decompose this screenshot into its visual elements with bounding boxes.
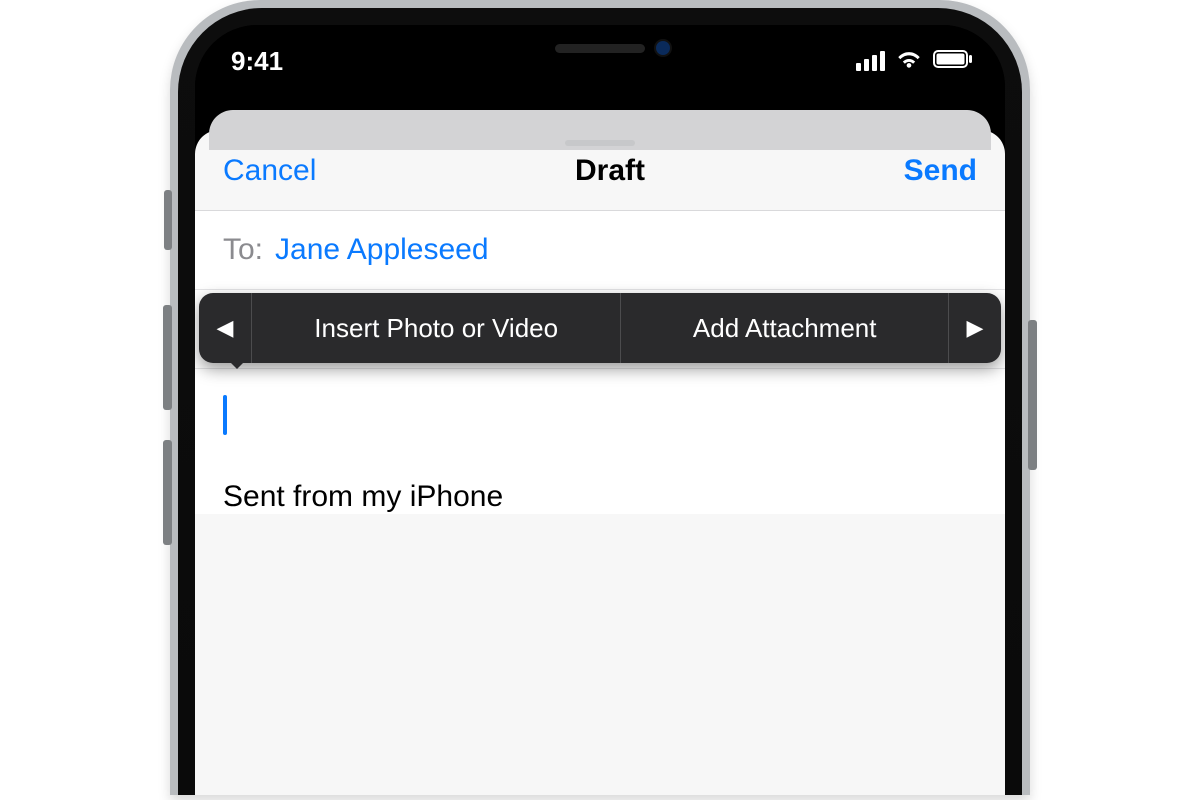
earpiece-speaker [555, 44, 645, 53]
wifi-icon [895, 48, 923, 75]
status-time: 9:41 [231, 46, 283, 77]
mute-switch[interactable] [164, 190, 172, 250]
to-field-row[interactable]: To: Jane Appleseed [195, 211, 1005, 290]
text-cursor [223, 395, 227, 435]
sheet-grabber[interactable] [565, 140, 635, 146]
text-cursor-row [223, 369, 977, 440]
volume-down-button[interactable] [163, 440, 172, 545]
battery-icon [933, 50, 973, 73]
front-camera [656, 41, 670, 55]
volume-up-button[interactable] [163, 305, 172, 410]
to-recipient[interactable]: Jane Appleseed [275, 233, 489, 267]
to-label: To: [223, 233, 263, 267]
cancel-button[interactable]: Cancel [223, 154, 316, 188]
compose-title: Draft [575, 154, 645, 188]
phone-screen: 9:41 Cancel Draft Send [195, 25, 1005, 795]
send-button[interactable]: Send [904, 154, 977, 188]
edit-menu-popover: ◀ Insert Photo or Video Add Attachment ▶ [199, 293, 1001, 363]
insert-photo-video-button[interactable]: Insert Photo or Video [252, 293, 620, 363]
device-notch [430, 25, 770, 71]
add-attachment-button[interactable]: Add Attachment [621, 293, 948, 363]
side-power-button[interactable] [1028, 320, 1037, 470]
message-body-area[interactable]: ◀ Insert Photo or Video Add Attachment ▶… [195, 369, 1005, 514]
compose-body: To: Jane Appleseed Cc/Bcc: ◀ Insert Phot… [195, 211, 1005, 514]
status-icons [856, 48, 973, 75]
signature-text[interactable]: Sent from my iPhone [223, 440, 977, 514]
popover-prev-button[interactable]: ◀ [199, 293, 251, 363]
cellular-signal-icon [856, 51, 885, 71]
popover-next-button[interactable]: ▶ [949, 293, 1001, 363]
compose-sheet: Cancel Draft Send To: Jane Appleseed Cc/… [195, 130, 1005, 795]
phone-device-frame: 9:41 Cancel Draft Send [170, 0, 1030, 795]
phone-frame-inner: 9:41 Cancel Draft Send [178, 8, 1022, 795]
